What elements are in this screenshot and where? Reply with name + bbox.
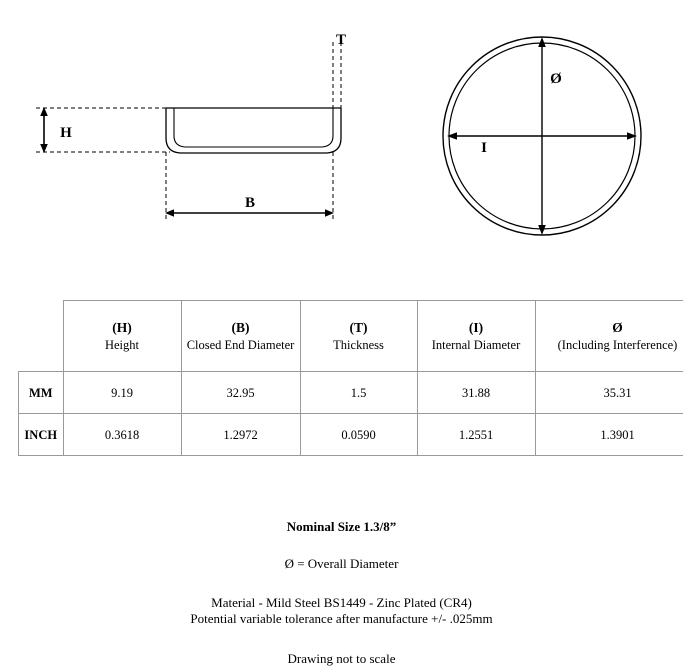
- diameter-arrowhead-top: [538, 37, 546, 47]
- table-header-overall-diameter: Ø (Including Interference): [535, 301, 683, 372]
- table-header-thickness: (T) Thickness: [300, 301, 417, 372]
- table-row-inch: INCH 0.3618 1.2972 0.0590 1.2551 1.3901: [19, 414, 683, 456]
- row-unit-inch: INCH: [19, 414, 64, 456]
- technical-drawings-area: H B T Ø I: [0, 0, 683, 265]
- table-corner-blank: [19, 301, 64, 372]
- cell-inch-thickness: 0.0590: [300, 414, 417, 456]
- overall-diameter-label: Ø: [550, 71, 562, 87]
- header-code-h: (H): [66, 319, 179, 336]
- t-label: T: [336, 32, 346, 48]
- header-code-b: (B): [184, 319, 298, 336]
- drawing-notes: Nominal Size 1.3/8” Ø = Overall Diameter…: [0, 520, 683, 665]
- cell-mm-closed-end-diameter: 32.95: [181, 372, 300, 414]
- table-header-height: (H) Height: [63, 301, 181, 372]
- cell-inch-height: 0.3618: [63, 414, 181, 456]
- note-scale: Drawing not to scale: [0, 652, 683, 666]
- unit-label-inch: INCH: [24, 428, 57, 442]
- header-desc-h: Height: [66, 337, 179, 353]
- internal-diameter-label: I: [481, 140, 487, 156]
- note-diameter-key: Ø = Overall Diameter: [0, 557, 683, 571]
- table-header-internal-diameter: (I) Internal Diameter: [417, 301, 535, 372]
- b-label: B: [245, 195, 255, 211]
- cell-mm-overall-diameter: 35.31: [535, 372, 683, 414]
- table-header-closed-end-diameter: (B) Closed End Diameter: [181, 301, 300, 372]
- cap-outer-profile: [166, 108, 341, 153]
- unit-label-mm: MM: [29, 386, 53, 400]
- cell-inch-closed-end-diameter: 1.2972: [181, 414, 300, 456]
- diameter-arrowhead-bottom: [538, 225, 546, 235]
- header-code-t: (T): [303, 319, 415, 336]
- drawings-svg: H B T Ø I: [0, 0, 683, 265]
- note-tolerance: Potential variable tolerance after manuf…: [0, 612, 683, 626]
- table-header-row: (H) Height (B) Closed End Diameter (T) T…: [19, 301, 683, 372]
- header-desc-t: Thickness: [303, 337, 415, 353]
- cap-inner-profile: [174, 108, 333, 147]
- cell-mm-height: 9.19: [63, 372, 181, 414]
- cell-mm-thickness: 1.5: [300, 372, 417, 414]
- note-nominal-size: Nominal Size 1.3/8”: [0, 520, 683, 534]
- cell-inch-overall-diameter: 1.3901: [535, 414, 683, 456]
- h-label: H: [60, 125, 72, 141]
- header-desc-b: Closed End Diameter: [184, 337, 298, 353]
- specification-table: (H) Height (B) Closed End Diameter (T) T…: [18, 300, 683, 456]
- cell-inch-internal-diameter: 1.2551: [417, 414, 535, 456]
- note-material: Material - Mild Steel BS1449 - Zinc Plat…: [0, 596, 683, 610]
- table-row-mm: MM 9.19 32.95 1.5 31.88 35.31: [19, 372, 683, 414]
- header-code-diameter: Ø: [538, 319, 683, 336]
- cell-mm-internal-diameter: 31.88: [417, 372, 535, 414]
- header-desc-diameter: (Including Interference): [538, 337, 683, 353]
- header-code-i: (I): [420, 319, 533, 336]
- row-unit-mm: MM: [19, 372, 64, 414]
- header-desc-i: Internal Diameter: [420, 337, 533, 353]
- plan-view-drawing: Ø I: [443, 37, 641, 235]
- side-view-drawing: H B T: [36, 32, 346, 222]
